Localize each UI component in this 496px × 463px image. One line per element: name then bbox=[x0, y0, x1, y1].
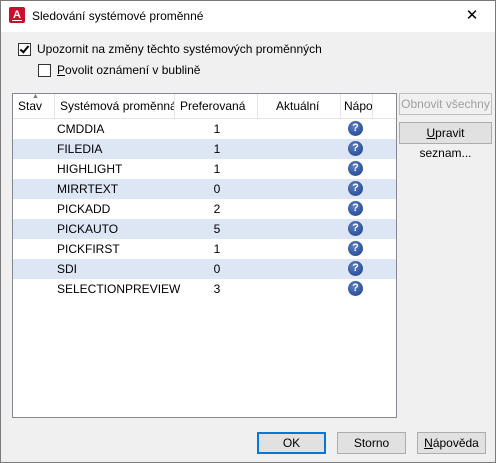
bubble-notification-option[interactable]: Povolit oznámení v bublině bbox=[38, 63, 200, 77]
preferred-value[interactable]: 2 bbox=[177, 199, 257, 219]
restore-all-button[interactable]: Obnovit všechny bbox=[399, 93, 492, 115]
help-icon[interactable]: ? bbox=[348, 161, 363, 176]
preferred-value[interactable]: 0 bbox=[177, 179, 257, 199]
variable-name: CMDDIA bbox=[57, 122, 105, 136]
help-icon[interactable]: ? bbox=[348, 181, 363, 196]
system-variables-table: ▲ Stav Systémová proměnná Preferovaná Ak… bbox=[12, 93, 397, 418]
notify-changes-label: Upozornit na změny těchto systémových pr… bbox=[37, 42, 322, 56]
variable-name: FILEDIA bbox=[57, 142, 103, 156]
cancel-button[interactable]: Storno bbox=[337, 432, 406, 454]
ok-button[interactable]: OK bbox=[257, 432, 326, 454]
table-row[interactable]: SELECTIONPREVIEW 3 ? bbox=[13, 279, 396, 299]
help-icon[interactable]: ? bbox=[348, 281, 363, 296]
help-cell[interactable]: ? bbox=[348, 261, 366, 277]
notify-changes-checkbox[interactable] bbox=[18, 42, 31, 56]
column-header-variable[interactable]: Systémová proměnná bbox=[55, 94, 175, 118]
table-row[interactable]: PICKADD 2 ? bbox=[13, 199, 396, 219]
help-cell[interactable]: ? bbox=[348, 121, 366, 137]
table-row[interactable]: CMDDIA 1 ? bbox=[13, 119, 396, 139]
table-row[interactable]: FILEDIA 1 ? bbox=[13, 139, 396, 159]
preferred-value[interactable]: 1 bbox=[177, 119, 257, 139]
close-icon: ✕ bbox=[465, 7, 479, 24]
help-icon[interactable]: ? bbox=[348, 241, 363, 256]
bubble-notification-label: Povolit oznámení v bublině bbox=[57, 63, 201, 77]
help-cell[interactable]: ? bbox=[348, 201, 366, 217]
help-cell[interactable]: ? bbox=[348, 181, 366, 197]
table-row[interactable]: PICKFIRST 1 ? bbox=[13, 239, 396, 259]
table-header: ▲ Stav Systémová proměnná Preferovaná Ak… bbox=[13, 94, 396, 119]
variable-name: PICKFIRST bbox=[57, 242, 120, 256]
help-cell[interactable]: ? bbox=[348, 161, 366, 177]
table-row[interactable]: HIGHLIGHT 1 ? bbox=[13, 159, 396, 179]
variable-name: HIGHLIGHT bbox=[57, 162, 123, 176]
help-cell[interactable]: ? bbox=[348, 281, 366, 297]
table-row[interactable]: MIRRTEXT 0 ? bbox=[13, 179, 396, 199]
variable-name: PICKADD bbox=[57, 202, 111, 216]
notify-changes-option[interactable]: Upozornit na změny těchto systémových pr… bbox=[18, 42, 322, 56]
preferred-value[interactable]: 0 bbox=[177, 259, 257, 279]
help-icon[interactable]: ? bbox=[348, 261, 363, 276]
variable-name: SDI bbox=[57, 262, 78, 276]
table-row[interactable]: SDI 0 ? bbox=[13, 259, 396, 279]
help-icon[interactable]: ? bbox=[348, 221, 363, 236]
help-cell[interactable]: ? bbox=[348, 241, 366, 257]
variable-name: PICKAUTO bbox=[57, 222, 119, 236]
sort-ascending-icon: ▲ bbox=[32, 94, 39, 100]
variable-name: SELECTIONPREVIEW bbox=[57, 282, 181, 296]
preferred-value[interactable]: 1 bbox=[177, 159, 257, 179]
bubble-notification-checkbox[interactable] bbox=[38, 63, 51, 77]
table-row[interactable]: PICKAUTO 5 ? bbox=[13, 219, 396, 239]
preferred-value[interactable]: 5 bbox=[177, 219, 257, 239]
preferred-value[interactable]: 1 bbox=[177, 239, 257, 259]
title-bar: A Sledování systémové proměnné ✕ bbox=[1, 1, 495, 32]
help-cell[interactable]: ? bbox=[348, 141, 366, 157]
column-header-status[interactable]: ▲ Stav bbox=[13, 94, 55, 118]
preferred-value[interactable]: 3 bbox=[177, 279, 257, 299]
variable-name: MIRRTEXT bbox=[57, 182, 119, 196]
help-icon[interactable]: ? bbox=[348, 141, 363, 156]
help-cell[interactable]: ? bbox=[348, 221, 366, 237]
preferred-value[interactable]: 1 bbox=[177, 139, 257, 159]
help-icon[interactable]: ? bbox=[348, 201, 363, 216]
column-header-current[interactable]: Aktuální bbox=[258, 94, 341, 118]
column-header-preferred[interactable]: Preferovaná bbox=[175, 94, 258, 118]
close-button[interactable]: ✕ bbox=[449, 1, 495, 32]
table-body: CMDDIA 1 ? FILEDIA 1 ? HIGHLIGHT 1 ? MIR… bbox=[13, 119, 396, 299]
help-button[interactable]: Nápověda bbox=[417, 432, 486, 454]
edit-list-button[interactable]: Upravit seznam... bbox=[399, 122, 492, 160]
help-icon[interactable]: ? bbox=[348, 121, 363, 136]
column-header-help[interactable]: Nápo bbox=[341, 94, 373, 118]
autocad-app-icon: A bbox=[9, 7, 25, 23]
dialog-title: Sledování systémové proměnné bbox=[32, 9, 204, 23]
dialog-window: A Sledování systémové proměnné ✕ Upozorn… bbox=[0, 0, 496, 463]
